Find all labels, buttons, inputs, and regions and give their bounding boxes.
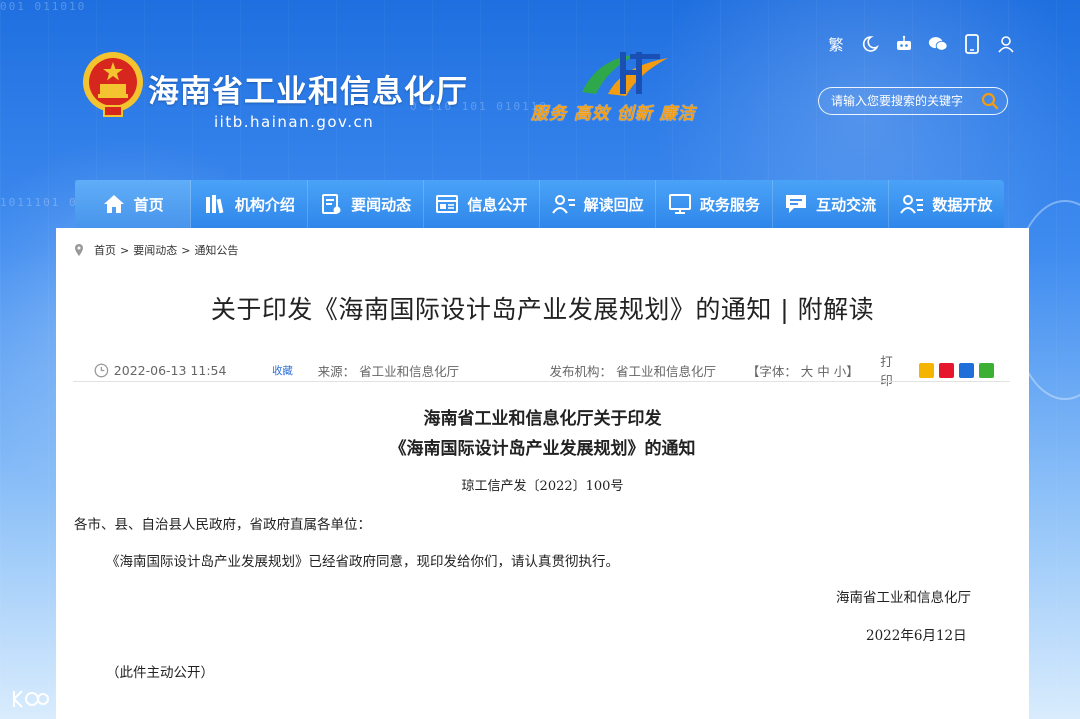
nav-item-label: 要闻动态: [351, 195, 412, 214]
national-emblem-icon: [83, 52, 143, 117]
doc-sign-date: 2022年6月12日: [866, 628, 967, 644]
search-input[interactable]: [831, 94, 981, 108]
news-icon: [322, 194, 341, 214]
nav-item-label: 政务服务: [699, 195, 760, 214]
wechat-share-icon[interactable]: [978, 362, 994, 378]
breadcrumb: 首页 > 要闻动态 > 通知公告: [74, 242, 238, 258]
clock-icon: [94, 363, 109, 377]
nav-item-about[interactable]: 机构介绍: [191, 180, 308, 228]
nav-item-gov-service[interactable]: 政务服务: [656, 180, 773, 228]
user-icon[interactable]: [996, 34, 1016, 54]
nav-item-label: 解读回应: [583, 195, 644, 214]
doc-number: 琼工信产发〔2022〕100号: [461, 479, 624, 494]
print-link[interactable]: 打印: [880, 351, 905, 389]
nav-item-label: 信息公开: [467, 195, 528, 214]
chat-icon: [786, 195, 807, 213]
qzone-icon[interactable]: [918, 362, 934, 378]
background-binary: 001 011010: [0, 0, 87, 13]
doc-signature: 海南省工业和信息化厅: [836, 590, 971, 606]
renren-icon[interactable]: [958, 362, 974, 378]
site-domain: iitb.hainan.gov.cn: [214, 113, 375, 131]
breadcrumb-separator: >: [120, 243, 130, 257]
weibo-icon[interactable]: [938, 362, 954, 378]
nav-item-data-open[interactable]: 数据开放: [889, 180, 1004, 228]
article-publisher: 发布机构： 省工业和信息化厅: [549, 363, 716, 379]
person-data-icon: [900, 195, 924, 214]
nav-item-home[interactable]: 首页: [75, 180, 192, 228]
nav-item-interpretation[interactable]: 解读回应: [540, 180, 657, 228]
doc-body: 《海南国际设计岛产业发展规划》已经省政府同意，现印发给你们，请认真贯彻执行。: [106, 554, 619, 570]
breadcrumb-separator: >: [181, 243, 191, 257]
article-panel: 首页 > 要闻动态 > 通知公告 关于印发《海南国际设计岛产业发展规划》的通知 …: [56, 228, 1029, 719]
nav-item-label: 首页: [133, 195, 164, 214]
robot-icon[interactable]: [894, 34, 914, 54]
font-size-control[interactable]: 【字体： 大 中 小】: [747, 361, 860, 380]
doc-disclosure: （此件主动公开）: [106, 665, 214, 681]
search-icon[interactable]: [981, 92, 999, 110]
article-meta: 2022-06-13 11:54 收藏 来源： 省工业和信息化厅 发布机构： 省…: [94, 351, 994, 389]
article-title: 关于印发《海南国际设计岛产业发展规划》的通知 | 附解读: [210, 295, 875, 324]
traditional-chinese-toggle[interactable]: 繁: [826, 34, 846, 54]
info-window-icon: [436, 195, 459, 213]
nav-item-info-public[interactable]: 信息公开: [424, 180, 540, 228]
main-nav: 首页 机构介绍 要闻动态 信息公开 解读回应 政务服务 互动交流 数据开放: [75, 180, 1004, 228]
doc-heading-line1: 海南省工业和信息化厅关于印发: [423, 409, 662, 429]
home-icon: [103, 195, 124, 213]
wechat-icon[interactable]: [928, 34, 948, 54]
site-name[interactable]: 海南省工业和信息化厅: [148, 66, 468, 111]
favorite-link[interactable]: 收藏: [272, 363, 298, 378]
nav-item-label: 机构介绍: [234, 195, 295, 214]
watermark-logo-icon: [13, 690, 49, 708]
article-source: 来源： 省工业和信息化厅: [317, 363, 460, 379]
location-pin-icon: [75, 244, 83, 256]
slogan: 服务 高效 创新 廉洁: [531, 104, 696, 124]
breadcrumb-home[interactable]: 首页: [94, 242, 116, 258]
nav-item-label: 互动交流: [816, 195, 877, 214]
monitor-icon: [668, 194, 691, 214]
watermark: 大数跨境: [10, 686, 128, 712]
doc-salutation: 各市、县、自治县人民政府，省政府直属各单位：: [74, 517, 371, 533]
breadcrumb-notice[interactable]: 通知公告: [194, 242, 238, 258]
nav-item-interaction[interactable]: 互动交流: [773, 180, 889, 228]
share-icons: [918, 362, 994, 378]
breadcrumb-news[interactable]: 要闻动态: [133, 242, 177, 258]
iitb-logo-icon: [582, 52, 668, 96]
publish-date: 2022-06-13 11:54: [113, 362, 227, 378]
dark-mode-icon[interactable]: [860, 34, 880, 54]
watermark-text: 大数跨境: [56, 690, 128, 711]
search-box: [818, 87, 1008, 115]
nav-item-news[interactable]: 要闻动态: [308, 180, 424, 228]
doc-heading-line2: 《海南国际设计岛产业发展规划》的通知: [389, 439, 696, 459]
nav-item-label: 数据开放: [932, 195, 993, 214]
books-icon: [205, 195, 224, 214]
header-toolbar: 繁: [826, 34, 1016, 54]
divider: [73, 381, 1010, 382]
mobile-icon[interactable]: [962, 34, 982, 54]
person-list-icon: [551, 195, 575, 214]
